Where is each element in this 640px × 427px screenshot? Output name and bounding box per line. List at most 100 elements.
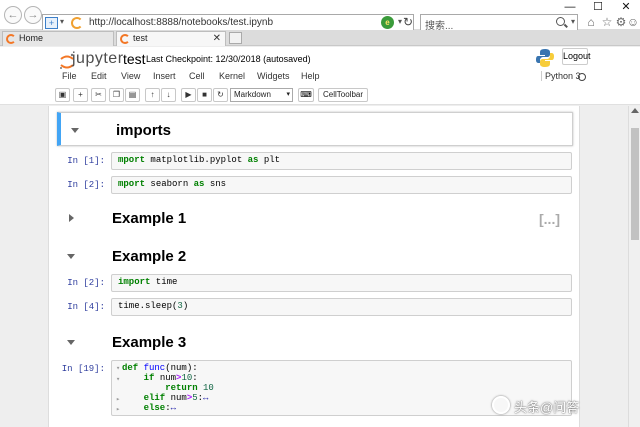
code-editor[interactable]: mport seaborn as sns (111, 176, 572, 194)
chevron-down-icon[interactable]: ▾ (60, 17, 64, 26)
expand-heading-icon[interactable] (69, 214, 74, 222)
favorites-star-icon[interactable]: ☆ (600, 14, 614, 30)
code-token: mport (118, 155, 146, 165)
markdown-cell-example-1[interactable]: Example 1 [...] (57, 206, 573, 232)
code-cell-3[interactable]: In [2]: import time (57, 274, 573, 294)
close-tab-icon[interactable]: ✕ (213, 32, 221, 45)
scroll-thumb[interactable] (631, 128, 639, 240)
code-token: matplotlib.pyplot (145, 155, 248, 165)
tab-test[interactable]: test ✕ (116, 31, 226, 46)
scroll-up-icon[interactable] (631, 108, 639, 113)
checkpoint-status: Last Checkpoint: 12/30/2018 (autosaved) (146, 54, 311, 64)
markdown-cell-example-3[interactable]: Example 3 (57, 330, 573, 356)
notebook-page: imports In [1]: mport matplotlib.pyplot … (48, 106, 580, 427)
jupyter-favicon-icon (120, 34, 130, 44)
cut-icon[interactable]: ✂ (91, 88, 106, 102)
close-window-button[interactable]: ✕ (612, 0, 640, 14)
menu-widgets[interactable]: Widgets (257, 71, 290, 81)
search-icon[interactable] (556, 17, 565, 26)
address-dropdown-icon[interactable]: ▾ (398, 17, 402, 26)
compatibility-icon[interactable]: e (381, 16, 394, 29)
folded-code-icon[interactable]: ↔ (203, 393, 208, 403)
search-dropdown-icon[interactable]: ▾ (571, 17, 575, 26)
heading-example-1: Example 1 (112, 210, 187, 227)
code-token: if (143, 373, 155, 383)
loading-icon (71, 17, 83, 29)
code-cell-2[interactable]: In [2]: mport seaborn as sns (57, 176, 573, 196)
tab-label: Home (19, 33, 44, 43)
code-token: mport (118, 179, 146, 189)
fold-marker-icon[interactable]: ▾ (116, 364, 120, 374)
input-prompt: In [2]: (67, 180, 105, 190)
collapse-heading-icon[interactable] (67, 254, 75, 259)
menu-view[interactable]: View (121, 71, 140, 81)
tab-home[interactable]: Home (2, 31, 114, 46)
paste-icon[interactable]: ▤ (125, 88, 140, 102)
code-cell-1[interactable]: In [1]: mport matplotlib.pyplot as plt (57, 152, 573, 172)
notebook-site: imports In [1]: mport matplotlib.pyplot … (0, 106, 628, 427)
code-token: def (122, 363, 139, 373)
cell-type-value: Markdown (234, 90, 271, 99)
fold-marker-icon[interactable]: ▸ (116, 405, 120, 415)
forward-button-icon[interactable]: → (24, 6, 42, 24)
heading-example-3: Example 3 (112, 334, 187, 351)
menu-kernel[interactable]: Kernel (219, 71, 245, 81)
page-scrollbar[interactable] (628, 106, 640, 427)
menu-cell[interactable]: Cell (189, 71, 205, 81)
maximize-button[interactable]: ☐ (584, 0, 612, 14)
back-button-icon[interactable]: ← (4, 6, 22, 24)
keyboard-icon[interactable]: ⌨ (298, 88, 314, 102)
restart-icon[interactable]: ↻ (213, 88, 228, 102)
markdown-cell-example-2[interactable]: Example 2 (57, 244, 573, 270)
folded-code-icon[interactable]: ↔ (171, 403, 176, 413)
kernel-idle-indicator-icon (578, 73, 586, 81)
stop-icon[interactable]: ■ (197, 88, 212, 102)
heading-example-2: Example 2 (112, 248, 187, 265)
chevron-down-icon: ▾ (286, 91, 290, 98)
code-token: elif (143, 393, 166, 403)
refresh-icon[interactable]: ↻ (403, 15, 413, 29)
minimize-button[interactable]: — (556, 0, 584, 14)
heading-imports: imports (116, 122, 172, 139)
insert-cell-icon[interactable]: + (73, 88, 88, 102)
menu-edit[interactable]: Edit (91, 71, 107, 81)
logout-button[interactable]: Logout (562, 48, 591, 65)
kernel-name[interactable]: Python 3 (541, 71, 581, 81)
new-tab-button[interactable] (229, 32, 242, 44)
menu-insert[interactable]: Insert (153, 71, 176, 81)
move-up-icon[interactable]: ↑ (145, 88, 160, 102)
menu-bar: File Edit View Insert Cell Kernel Widget… (55, 69, 587, 85)
notebook-toolbar: ▣ + ✂ ❐ ▤ ↑ ↓ ▶ ■ ↻ Markdown ▾ ⌨ CellToo… (55, 88, 587, 104)
collapse-heading-icon[interactable] (67, 340, 75, 345)
watermark-text: 头条@问答 (514, 400, 580, 415)
shield-icon: + (45, 17, 58, 29)
notebook-name[interactable]: test (123, 51, 146, 67)
celltoolbar-button[interactable]: CellToolbar (318, 88, 368, 102)
markdown-cell-imports[interactable]: imports (57, 112, 573, 146)
collapse-heading-icon[interactable] (71, 128, 79, 133)
smiley-icon[interactable]: ☺ (626, 14, 640, 30)
code-editor[interactable]: time.sleep(3) (111, 298, 572, 316)
fold-marker-icon[interactable]: ▸ (116, 395, 120, 405)
input-prompt: In [4]: (67, 302, 105, 312)
address-url[interactable]: http://localhost:8888/notebooks/test.ipy… (89, 17, 273, 28)
code-editor[interactable]: mport matplotlib.pyplot as plt (111, 152, 572, 170)
jupyter-header: jupyter test Last Checkpoint: 12/30/2018… (0, 47, 640, 105)
code-cell-4[interactable]: In [4]: time.sleep(3) (57, 298, 573, 318)
menu-file[interactable]: File (62, 71, 77, 81)
code-token: (num): (165, 363, 198, 373)
browser-titlebar: ← → + ▾ http://localhost:8888/notebooks/… (0, 0, 640, 32)
move-down-icon[interactable]: ↓ (161, 88, 176, 102)
copy-icon[interactable]: ❐ (109, 88, 124, 102)
run-icon[interactable]: ▶ (181, 88, 196, 102)
hidden-cells-marker[interactable]: [...] (539, 211, 560, 227)
save-icon[interactable]: ▣ (55, 88, 70, 102)
cell-type-select[interactable]: Markdown ▾ (230, 88, 293, 102)
input-prompt: In [19]: (61, 364, 105, 374)
fold-marker-icon[interactable]: ▾ (116, 375, 120, 385)
home-icon[interactable]: ⌂ (584, 14, 598, 30)
code-token: num (165, 393, 187, 403)
menu-help[interactable]: Help (301, 71, 320, 81)
code-editor[interactable]: import time (111, 274, 572, 292)
jupyter-wordmark[interactable]: jupyter (72, 50, 124, 68)
